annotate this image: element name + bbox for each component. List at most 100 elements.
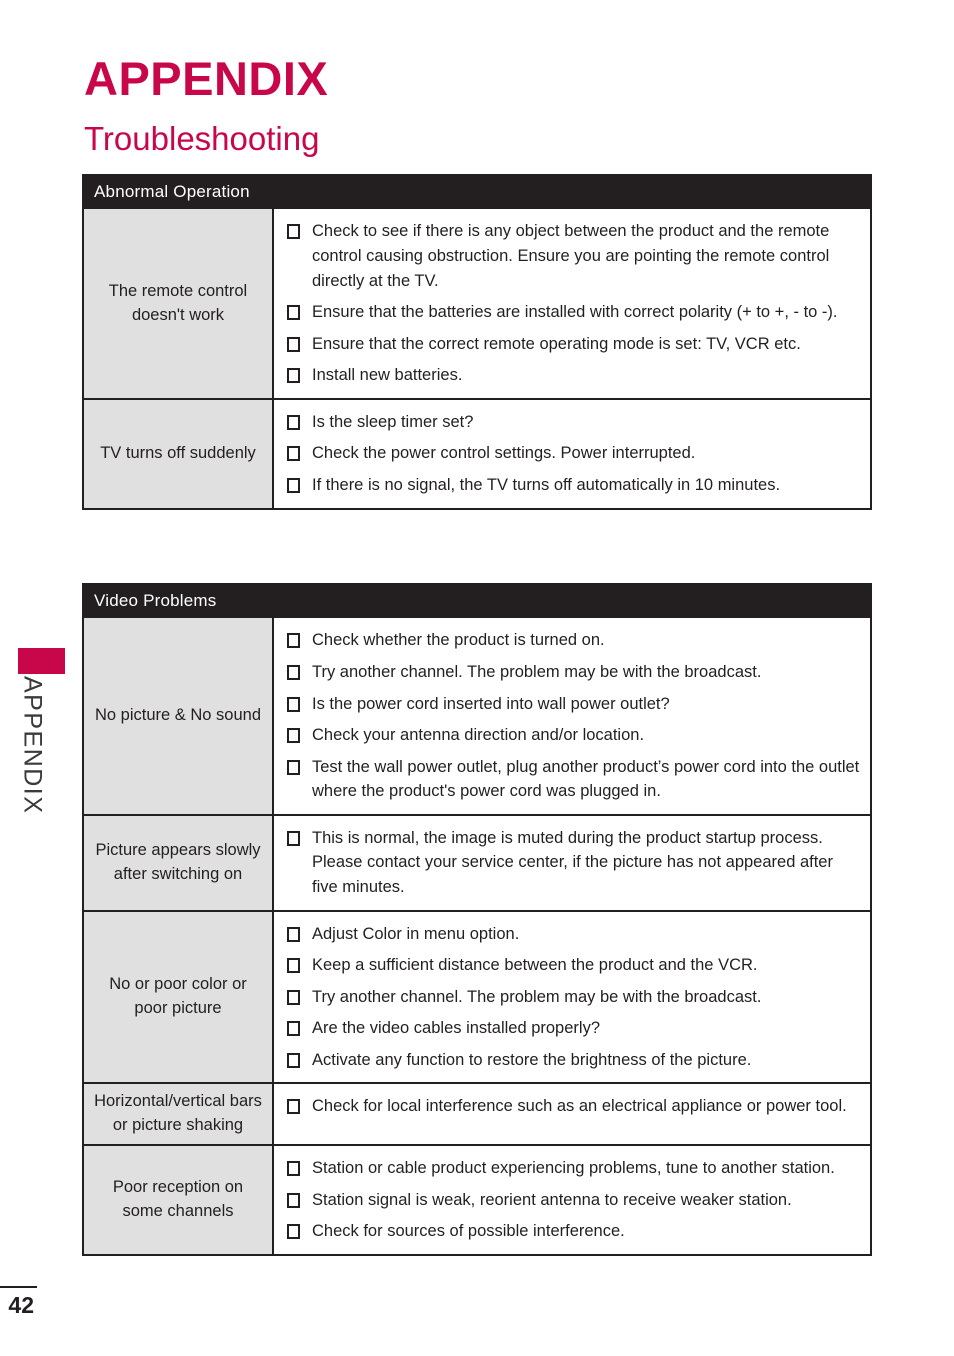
solution-item-text: Try another channel. The problem may be … — [312, 987, 762, 1006]
solution-item: Check the power control settings. Power … — [286, 441, 860, 466]
solution-item-text: Test the wall power outlet, plug another… — [312, 757, 860, 801]
square-bullet-icon — [287, 1192, 300, 1208]
table-header: Video Problems — [84, 585, 870, 619]
solution-item: Check for sources of possible interferen… — [286, 1219, 860, 1244]
solution-item-text: This is normal, the image is muted durin… — [312, 828, 833, 897]
solution-list: This is normal, the image is muted durin… — [286, 826, 860, 900]
solution-list: Check for local interference such as an … — [286, 1094, 860, 1119]
solution-item: Install new batteries. — [286, 363, 860, 388]
table-body: No picture & No sound Check whether the p… — [84, 618, 870, 1255]
solution-item: Check your antenna direction and/or loca… — [286, 723, 860, 748]
square-bullet-icon — [287, 664, 300, 680]
row-symptom-label: Picture appears slowly after switching o… — [84, 815, 274, 910]
solution-item-text: Ensure that the batteries are installed … — [312, 303, 838, 322]
solution-list: Check whether the product is turned on. T… — [286, 628, 860, 803]
solution-item-text: Install new batteries. — [312, 366, 463, 385]
solution-item-text: Is the power cord inserted into wall pow… — [312, 694, 670, 713]
page-title: APPENDIX — [84, 52, 329, 105]
square-bullet-icon — [287, 1052, 300, 1068]
solution-item-text: Ensure that the correct remote operating… — [312, 334, 801, 353]
solution-item: Check to see if there is any object betw… — [286, 219, 860, 293]
page-subtitle: Troubleshooting — [84, 120, 320, 157]
row-symptom-label: Horizontal/vertical bars or picture shak… — [84, 1084, 274, 1145]
appendix-side-tab-marker — [18, 648, 65, 674]
square-bullet-icon — [287, 958, 300, 974]
solution-item: Activate any function to restore the bri… — [286, 1048, 860, 1073]
page-canvas: APPENDIX APPENDIX Troubleshooting Abnorm… — [0, 0, 954, 1356]
table-body: The remote control doesn't work Check to … — [84, 209, 870, 508]
solution-item-text: Station signal is weak, reorient antenna… — [312, 1190, 792, 1209]
solution-item: Ensure that the correct remote operating… — [286, 332, 860, 357]
row-solutions-cell: Check for local interference such as an … — [274, 1084, 870, 1145]
solution-item-text: Check for sources of possible interferen… — [312, 1222, 625, 1241]
row-solutions-cell: Check to see if there is any object betw… — [274, 209, 870, 398]
solution-item-text: If there is no signal, the TV turns off … — [312, 476, 781, 495]
square-bullet-icon — [287, 1161, 300, 1177]
row-solutions-cell: Is the sleep timer set? Check the power c… — [274, 399, 870, 508]
appendix-side-tab-label: APPENDIX — [0, 676, 70, 906]
table-row: No picture & No sound Check whether the p… — [84, 618, 870, 814]
square-bullet-icon — [287, 1099, 300, 1115]
solution-item: This is normal, the image is muted durin… — [286, 826, 860, 900]
solution-item-text: Check whether the product is turned on. — [312, 631, 605, 650]
table-row: Poor reception on some channels Station o… — [84, 1144, 870, 1255]
square-bullet-icon — [287, 414, 300, 430]
square-bullet-icon — [287, 633, 300, 649]
solution-list: Adjust Color in menu option. Keep a suffi… — [286, 922, 860, 1073]
solution-item: Ensure that the batteries are installed … — [286, 300, 860, 325]
row-solutions-cell: Check whether the product is turned on. T… — [274, 618, 870, 814]
solution-item: Is the power cord inserted into wall pow… — [286, 692, 860, 717]
solution-item-text: Are the video cables installed properly? — [312, 1019, 601, 1038]
solution-item: Station signal is weak, reorient antenna… — [286, 1188, 860, 1213]
solution-list: Check to see if there is any object betw… — [286, 219, 860, 387]
solution-item: Try another channel. The problem may be … — [286, 985, 860, 1010]
square-bullet-icon — [287, 728, 300, 744]
table-row: Picture appears slowly after switching o… — [84, 813, 870, 910]
page-number: 42 — [8, 1292, 34, 1318]
square-bullet-icon — [287, 305, 300, 321]
solution-item-text: Keep a sufficient distance between the p… — [312, 956, 758, 975]
solution-item-text: Adjust Color in menu option. — [312, 924, 520, 943]
square-bullet-icon — [287, 478, 300, 494]
solution-item-text: Check for local interference such as an … — [312, 1097, 847, 1116]
solution-item: Adjust Color in menu option. — [286, 922, 860, 947]
square-bullet-icon — [287, 1021, 300, 1037]
solution-item: Station or cable product experiencing pr… — [286, 1156, 860, 1181]
table-row: TV turns off suddenly Is the sleep timer … — [84, 397, 870, 508]
row-solutions-cell: Station or cable product experiencing pr… — [274, 1146, 870, 1255]
square-bullet-icon — [287, 224, 300, 240]
solution-item-text: Station or cable product experiencing pr… — [312, 1159, 835, 1178]
solution-item: Try another channel. The problem may be … — [286, 660, 860, 685]
row-solutions-cell: Adjust Color in menu option. Keep a suffi… — [274, 911, 870, 1083]
solution-item: Check for local interference such as an … — [286, 1094, 860, 1119]
table-row: Horizontal/vertical bars or picture shak… — [84, 1082, 870, 1145]
table-header: Abnormal Operation — [84, 176, 870, 210]
solution-item: Test the wall power outlet, plug another… — [286, 755, 860, 804]
solution-item: Keep a sufficient distance between the p… — [286, 953, 860, 978]
square-bullet-icon — [287, 830, 300, 846]
square-bullet-icon — [287, 336, 300, 352]
solution-item: Check whether the product is turned on. — [286, 628, 860, 653]
solution-item-text: Try another channel. The problem may be … — [312, 662, 762, 681]
square-bullet-icon — [287, 368, 300, 384]
troubleshooting-table-abnormal-operation: Abnormal Operation The remote control do… — [82, 174, 872, 510]
square-bullet-icon — [287, 1224, 300, 1240]
row-symptom-label: No or poor color or poor picture — [84, 911, 274, 1083]
solution-item-text: Check the power control settings. Power … — [312, 444, 696, 463]
solution-item-text: Check to see if there is any object betw… — [312, 222, 830, 290]
row-solutions-cell: This is normal, the image is muted durin… — [274, 815, 870, 910]
solution-item: If there is no signal, the TV turns off … — [286, 473, 860, 498]
solution-item: Is the sleep timer set? — [286, 410, 860, 435]
table-row: The remote control doesn't work Check to … — [84, 209, 870, 398]
square-bullet-icon — [287, 759, 300, 775]
square-bullet-icon — [287, 446, 300, 462]
square-bullet-icon — [287, 696, 300, 712]
row-symptom-label: TV turns off suddenly — [84, 399, 274, 508]
square-bullet-icon — [287, 926, 300, 942]
troubleshooting-table-video-problems: Video Problems No picture & No sound Chec… — [82, 583, 872, 1257]
side-tab-text: APPENDIX — [18, 676, 47, 815]
solution-item: Are the video cables installed properly? — [286, 1016, 860, 1041]
solution-list: Station or cable product experiencing pr… — [286, 1156, 860, 1244]
row-symptom-label: Poor reception on some channels — [84, 1146, 274, 1255]
solution-list: Is the sleep timer set? Check the power c… — [286, 410, 860, 498]
